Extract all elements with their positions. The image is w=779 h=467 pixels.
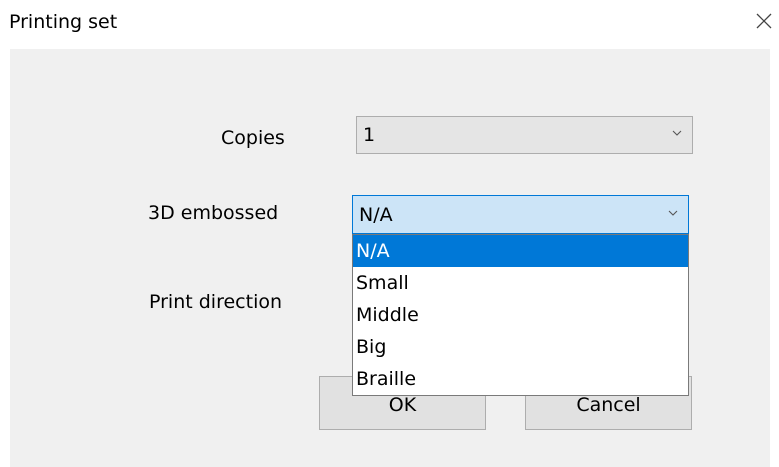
- embossed-value: N/A: [359, 204, 393, 226]
- dropdown-option-braille[interactable]: Braille: [353, 363, 688, 395]
- chevron-down-icon: [672, 130, 682, 136]
- cancel-button-label: Cancel: [576, 394, 641, 416]
- close-icon: [756, 13, 772, 29]
- chevron-down-icon: [668, 210, 678, 216]
- embossed-dropdown-list: N/A Small Middle Big Braille: [352, 234, 689, 396]
- copies-select[interactable]: 1: [356, 116, 693, 154]
- printing-set-dialog: Printing set Copies 1 3D embossed N/A Pr…: [0, 0, 779, 467]
- ok-button-label: OK: [388, 394, 417, 416]
- dropdown-option-small[interactable]: Small: [353, 267, 688, 299]
- copies-value: 1: [363, 124, 376, 146]
- dialog-title: Printing set: [9, 11, 118, 33]
- dropdown-option-big[interactable]: Big: [353, 331, 688, 363]
- dropdown-option-na[interactable]: N/A: [353, 235, 688, 267]
- print-direction-label: Print direction: [149, 291, 283, 313]
- embossed-label: 3D embossed: [148, 202, 279, 224]
- copies-label: Copies: [221, 127, 285, 149]
- embossed-select[interactable]: N/A: [352, 195, 689, 234]
- close-button[interactable]: [755, 12, 773, 30]
- dropdown-option-middle[interactable]: Middle: [353, 299, 688, 331]
